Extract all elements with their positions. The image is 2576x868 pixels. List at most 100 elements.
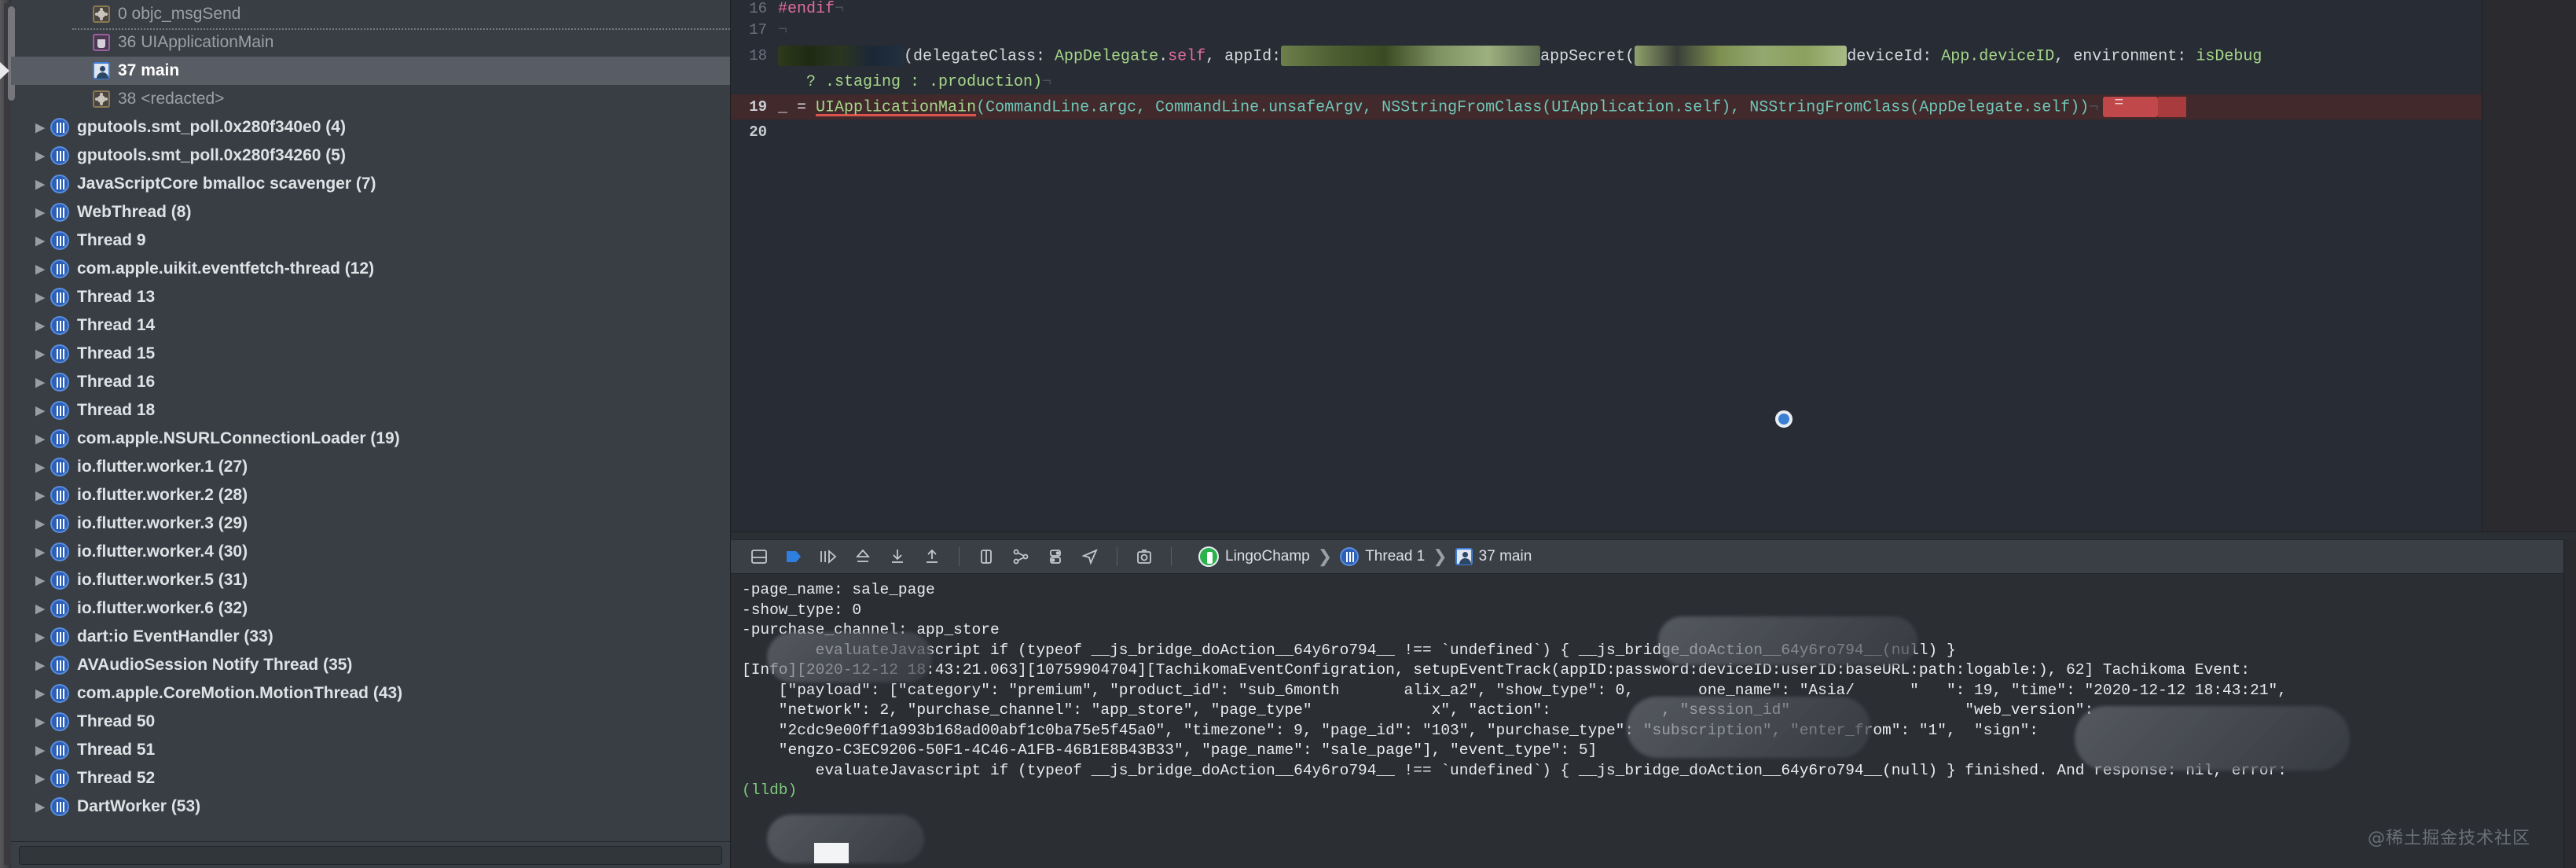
thread-row[interactable]: ▶ Thread 9: [11, 226, 730, 255]
chevron-right-icon[interactable]: ▶: [30, 120, 50, 134]
thread-label: Thread 9: [77, 231, 146, 249]
chevron-right-icon[interactable]: ▶: [30, 573, 50, 587]
thread-row[interactable]: ▶ JavaScriptCore bmalloc scavenger (7): [11, 170, 730, 198]
thread-row[interactable]: ▶ com.apple.CoreMotion.MotionThread (43): [11, 679, 730, 708]
navigator-scrollbar-track[interactable]: [4, 3, 15, 865]
stack-frame-label: 37 main: [118, 61, 180, 79]
thread-row[interactable]: ▶ io.flutter.worker.4 (30): [11, 538, 730, 566]
chevron-right-icon[interactable]: ▶: [30, 517, 50, 531]
chevron-right-icon[interactable]: ▶: [30, 800, 50, 814]
chevron-right-icon[interactable]: ▶: [30, 715, 50, 729]
step-out-button[interactable]: [880, 542, 915, 571]
inline-error-badge[interactable]: [2103, 94, 2159, 117]
thread-row[interactable]: ▶ Thread 15: [11, 340, 730, 368]
stack-frame-row-selected[interactable]: ▶ 37 main: [0, 57, 730, 85]
chevron-right-icon[interactable]: ▶: [30, 460, 50, 474]
thread-row[interactable]: ▶ io.flutter.worker.5 (31): [11, 566, 730, 594]
thread-row[interactable]: ▶ AVAudioSession Notify Thread (35): [11, 651, 730, 679]
step-out-of-button[interactable]: [915, 542, 949, 571]
thread-row[interactable]: ▶ Thread 51: [11, 736, 730, 764]
chevron-right-icon[interactable]: ▶: [30, 234, 50, 248]
thread-row[interactable]: ▶ io.flutter.worker.1 (27): [11, 453, 730, 481]
console-line: -show_type: 0: [742, 601, 862, 619]
redacted-code-token: [778, 46, 904, 66]
thread-icon: [50, 259, 69, 278]
code-line: 17 ¬: [731, 17, 2576, 42]
thread-label: Thread 16: [77, 373, 156, 391]
thread-icon: [50, 627, 69, 646]
thread-row[interactable]: ▶ com.apple.uikit.eventfetch-thread (12): [11, 255, 730, 283]
chevron-right-icon[interactable]: ▶: [30, 177, 50, 191]
thread-row[interactable]: ▶ dart:io EventHandler (33): [11, 623, 730, 651]
chevron-right-icon[interactable]: ▶: [30, 205, 50, 219]
thread-row[interactable]: ▶ Thread 13: [11, 283, 730, 311]
chevron-right-icon[interactable]: ▶: [30, 149, 50, 163]
chevron-right-icon[interactable]: ▶: [30, 601, 50, 616]
environment-overrides-button[interactable]: [1038, 542, 1073, 571]
cup-icon: [93, 34, 110, 51]
thread-label: WebThread (8): [77, 203, 192, 221]
stack-frame-row[interactable]: ▶ 38 <redacted>: [11, 85, 730, 113]
chevron-right-icon[interactable]: ▶: [30, 375, 50, 389]
right-rail: [2563, 539, 2576, 868]
chevron-right-icon[interactable]: ▶: [30, 347, 50, 361]
thread-label: gputools.smt_poll.0x280f340e0 (4): [77, 118, 346, 136]
breadcrumb-scheme[interactable]: LingoChamp: [1194, 546, 1315, 567]
chevron-right-icon[interactable]: ▶: [30, 686, 50, 701]
chevron-right-icon[interactable]: ▶: [30, 743, 50, 757]
thread-icon: [50, 288, 69, 307]
navigator-filter-bar[interactable]: [11, 841, 730, 868]
inline-error-badge-extra[interactable]: [2158, 97, 2187, 117]
thread-row[interactable]: ▶ io.flutter.worker.2 (28): [11, 481, 730, 509]
thread-row[interactable]: ▶ Thread 16: [11, 368, 730, 396]
thread-icon: [50, 514, 69, 533]
thread-row[interactable]: ▶ gputools.smt_poll.0x280f340e0 (4): [11, 113, 730, 142]
chevron-right-icon[interactable]: ▶: [30, 545, 50, 559]
thread-row[interactable]: ▶ com.apple.NSURLConnectionLoader (19): [11, 425, 730, 453]
chevron-right-icon[interactable]: ▶: [30, 432, 50, 446]
stack-frame-label: 38 <redacted>: [118, 90, 225, 108]
chevron-right-icon[interactable]: ▶: [30, 771, 50, 785]
thread-row[interactable]: ▶ DartWorker (53): [11, 793, 730, 821]
thread-row[interactable]: ▶ Thread 52: [11, 764, 730, 793]
is-debug-token: isDebug: [2196, 47, 2262, 66]
step-into-button[interactable]: [846, 542, 880, 571]
thread-row[interactable]: ▶ Thread 50: [11, 708, 730, 736]
editor-and-debug-area: 16 #endif¬ 17 ¬ 18 (delegateClass: AppDe…: [731, 0, 2576, 868]
step-over-button[interactable]: [811, 542, 846, 571]
line-number: 18: [749, 47, 767, 64]
thread-icon: [50, 118, 69, 137]
console-output[interactable]: -page_name: sale_page -show_type: 0 -pur…: [731, 574, 2576, 868]
source-editor[interactable]: 16 #endif¬ 17 ¬ 18 (delegateClass: AppDe…: [731, 0, 2576, 539]
thread-icon: [1340, 547, 1360, 566]
chevron-right-icon[interactable]: ▶: [30, 290, 50, 304]
stack-frame-row[interactable]: ▶ 36 UIApplicationMain: [11, 28, 730, 57]
stack-frame-row[interactable]: ▶ 0 objc_msgSend: [11, 0, 730, 28]
breadcrumb-frame[interactable]: 37 main: [1451, 548, 1537, 565]
thread-row[interactable]: ▶ Thread 14: [11, 311, 730, 340]
chevron-right-icon[interactable]: ▶: [30, 488, 50, 502]
thread-row[interactable]: ▶ io.flutter.worker.6 (32): [11, 594, 730, 623]
code-line-wrapped: ? .staging : .production)¬: [731, 69, 2576, 94]
thread-row[interactable]: ▶ WebThread (8): [11, 198, 730, 226]
debug-memory-graph-button[interactable]: [1004, 542, 1038, 571]
code-content: #endif¬: [778, 0, 2576, 18]
thread-row[interactable]: ▶ Thread 18: [11, 396, 730, 425]
code-line: 18 (delegateClass: AppDelegate.self, app…: [731, 42, 2576, 69]
chevron-right-icon[interactable]: ▶: [30, 318, 50, 333]
chevron-right-icon[interactable]: ▶: [30, 262, 50, 276]
chevron-right-icon[interactable]: ▶: [30, 403, 50, 417]
debug-view-hierarchy-button[interactable]: [969, 542, 1004, 571]
navigator-filter-field[interactable]: [19, 845, 722, 865]
continue-button[interactable]: [776, 542, 811, 571]
chevron-right-icon[interactable]: ▶: [30, 630, 50, 644]
chevron-right-icon[interactable]: ▶: [30, 658, 50, 672]
location-simulate-button[interactable]: [1073, 542, 1107, 571]
thread-label: io.flutter.worker.3 (29): [77, 514, 248, 532]
thread-row[interactable]: ▶ io.flutter.worker.3 (29): [11, 509, 730, 538]
screenshot-button[interactable]: [1127, 542, 1161, 571]
thread-icon: [50, 344, 69, 363]
thread-row[interactable]: ▶ gputools.smt_poll.0x280f34260 (5): [11, 142, 730, 170]
breadcrumb-thread[interactable]: Thread 1: [1335, 547, 1429, 566]
hide-debug-area-button[interactable]: [742, 542, 776, 571]
